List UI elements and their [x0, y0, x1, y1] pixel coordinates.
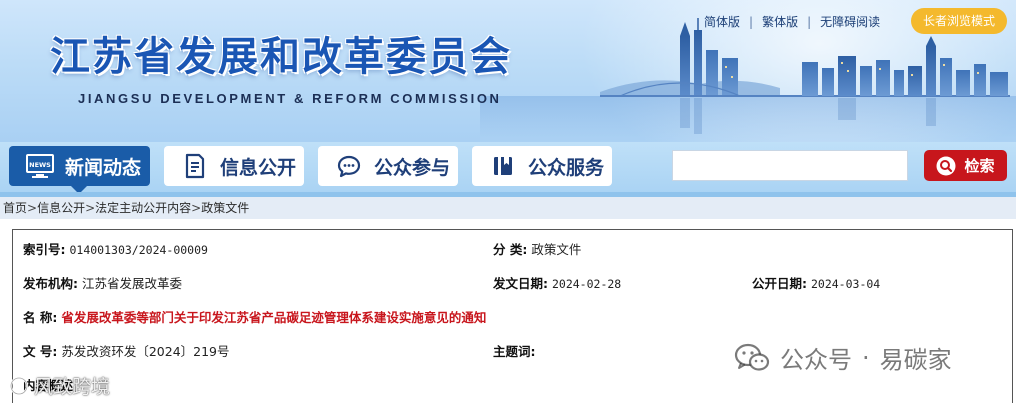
- wechat-icon: [734, 343, 770, 371]
- publisher-label: 发布机构:: [23, 276, 78, 291]
- nav-item-info-disclosure[interactable]: 信息公开: [164, 146, 304, 186]
- page: 江苏省发展和改革委员会 JIANGSU DEVELOPMENT & REFORM…: [0, 0, 1016, 403]
- breadcrumb-home[interactable]: 首页: [3, 201, 27, 215]
- document-number-row: 文 号: 苏发改资环发〔2024〕219号: [23, 341, 230, 360]
- site-title: 江苏省发展和改革委员会: [50, 34, 512, 80]
- top-links: 简体版 | 繁体版 | 无障碍阅读: [704, 13, 880, 30]
- publish-date-value: 2024-03-04: [810, 277, 881, 291]
- nav-item-news[interactable]: NEWS 新闻动态: [9, 146, 150, 194]
- nav-label-public-service: 公众服务: [528, 156, 605, 179]
- category-label: 分 类:: [493, 242, 528, 257]
- document-number-label: 文 号:: [23, 344, 58, 359]
- breadcrumb-statutory-content[interactable]: 法定主动公开内容: [95, 201, 191, 215]
- issue-date-value: 2024-02-28: [551, 277, 622, 291]
- category-row: 分 类: 政策文件: [493, 239, 581, 258]
- publish-date-row: 公开日期: 2024-03-04: [752, 273, 880, 292]
- news-icon-text: NEWS: [29, 161, 51, 169]
- breadcrumb-separator: >: [85, 201, 96, 215]
- breadcrumb-separator: >: [191, 201, 202, 215]
- breadcrumb-separator: >: [27, 201, 38, 215]
- publish-date-label: 公开日期:: [752, 276, 807, 291]
- watermark-left-text: 风致跨境: [34, 376, 111, 398]
- title-label: 名 称:: [23, 310, 58, 325]
- category-value: 政策文件: [531, 242, 582, 257]
- document-info-panel: 索引号: 014001303/2024-00009 分 类: 政策文件 发布机构…: [12, 229, 1013, 403]
- nav-item-public-service[interactable]: 公众服务: [472, 146, 612, 186]
- breadcrumb-info-disclosure[interactable]: 信息公开: [37, 201, 85, 215]
- search-icon: [936, 156, 956, 175]
- simplified-chinese-link[interactable]: 简体版: [704, 13, 740, 30]
- issue-date-label: 发文日期:: [493, 276, 548, 291]
- publisher-row: 发布机构: 江苏省发展改革委: [23, 273, 182, 292]
- document-icon: [180, 151, 210, 181]
- publisher-value: 江苏省发展改革委: [81, 276, 182, 291]
- subject-label: 主题词:: [493, 344, 536, 359]
- document-title: 省发展改革委等部门关于印发江苏省产品碳足迹管理体系建设实施意见的通知: [61, 310, 487, 325]
- watermark-dot: ·: [862, 343, 870, 372]
- nav-label-info-disclosure: 信息公开: [220, 156, 297, 179]
- nav-item-public-participation[interactable]: 公众参与: [318, 146, 458, 186]
- breadcrumb: 首页>信息公开>法定主动公开内容>政策文件: [0, 197, 1016, 219]
- top-link-separator: |: [749, 14, 754, 29]
- watermark-logo-icon: [9, 376, 29, 395]
- breadcrumb-policy-documents[interactable]: 政策文件: [201, 201, 249, 215]
- search-button[interactable]: 检索: [924, 150, 1007, 181]
- traditional-chinese-link[interactable]: 繁体版: [762, 13, 798, 30]
- top-link-separator: |: [807, 14, 812, 29]
- chat-bubble-icon: [334, 151, 364, 181]
- index-number-value: 014001303/2024-00009: [69, 243, 208, 257]
- wechat-watermark: 公众号 · 易碳家: [734, 340, 952, 375]
- issue-date-row: 发文日期: 2024-02-28: [493, 273, 621, 292]
- title-row: 名 称: 省发展改革委等部门关于印发江苏省产品碳足迹管理体系建设实施意见的通知: [23, 307, 486, 326]
- index-number-row: 索引号: 014001303/2024-00009: [23, 239, 208, 258]
- nav-label-news: 新闻动态: [65, 156, 142, 179]
- subject-row: 主题词:: [493, 341, 536, 360]
- watermark-prefix: 公众号: [780, 346, 852, 374]
- site-subtitle: JIANGSU DEVELOPMENT & REFORM COMMISSION: [78, 91, 502, 106]
- bottom-left-watermark: 风致跨境: [8, 372, 110, 399]
- document-number-value: 苏发改资环发〔2024〕219号: [61, 344, 230, 359]
- header-banner: 江苏省发展和改革委员会 JIANGSU DEVELOPMENT & REFORM…: [0, 0, 1016, 142]
- nav-label-public-participation: 公众参与: [374, 156, 451, 179]
- accessibility-reading-link[interactable]: 无障碍阅读: [820, 13, 880, 30]
- news-icon: NEWS: [25, 151, 55, 181]
- index-number-label: 索引号:: [23, 242, 66, 257]
- elder-mode-button[interactable]: 长者浏览模式: [911, 8, 1007, 34]
- book-icon: [488, 151, 518, 181]
- search-button-label: 检索: [964, 157, 995, 175]
- watermark-account-name: 易碳家: [879, 346, 952, 374]
- search-input[interactable]: [672, 150, 908, 181]
